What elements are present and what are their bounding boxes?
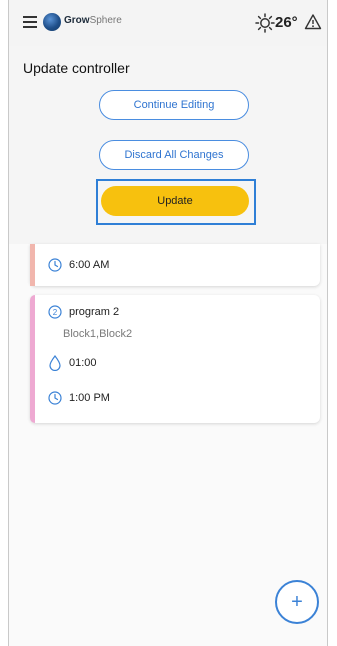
duration: 01:00 [69, 357, 97, 369]
top-bar: GrowSphere 26° [9, 0, 327, 46]
warning-icon[interactable] [304, 13, 322, 31]
program-name: program 2 [69, 306, 120, 318]
start-time-row: 1:00 PM [48, 391, 110, 405]
program-name-row: 2 program 2 [48, 305, 119, 319]
brand-logo-text: GrowSphere [64, 15, 122, 26]
discard-changes-button[interactable]: Discard All Changes [99, 140, 249, 170]
update-button[interactable]: Update [101, 186, 249, 216]
water-drop-icon [49, 355, 61, 371]
start-time: 6:00 AM [69, 259, 110, 271]
menu-icon[interactable] [23, 16, 37, 28]
logo-icon [43, 13, 61, 31]
program-card[interactable]: 6:00 AM [30, 244, 320, 286]
app-frame: GrowSphere 26° Update controller Continu… [8, 0, 328, 646]
brand-strong: Grow [64, 15, 90, 26]
add-program-button[interactable]: + [275, 580, 319, 624]
brand-light: Sphere [89, 15, 122, 26]
card-accent-bar [30, 295, 35, 423]
program-number-icon: 2 [48, 305, 62, 319]
sun-icon [255, 13, 275, 33]
program-number: 2 [53, 308, 58, 317]
start-time: 1:00 PM [69, 392, 110, 404]
clock-icon [48, 391, 62, 405]
continue-editing-button[interactable]: Continue Editing [99, 90, 249, 120]
duration-row: 01:00 [48, 355, 97, 371]
dialog-title: Update controller [23, 60, 130, 76]
temperature-readout: 26° [275, 14, 298, 31]
program-card[interactable]: 2 program 2 Block1,Block2 01:00 1:00 PM [30, 295, 320, 423]
start-time-row: 6:00 AM [48, 258, 109, 272]
program-blocks: Block1,Block2 [63, 328, 133, 340]
clock-icon [48, 258, 62, 272]
card-accent-bar [30, 244, 35, 286]
